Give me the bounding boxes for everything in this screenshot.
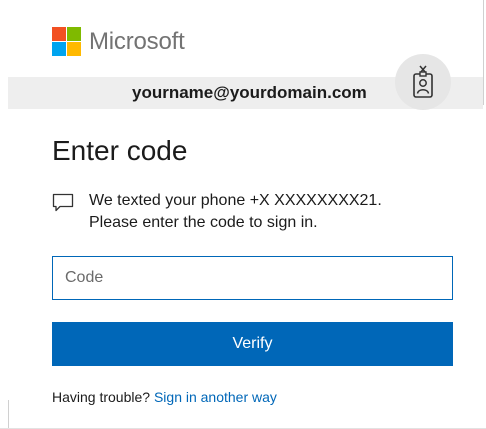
code-input[interactable] bbox=[52, 256, 453, 300]
sms-message-line-2: Please enter the code to sign in. bbox=[89, 214, 318, 231]
help-row: Having trouble? Sign in another way bbox=[52, 388, 277, 406]
brand-header: Microsoft bbox=[52, 27, 185, 56]
identity-email: yourname@yourdomain.com bbox=[132, 83, 367, 102]
window-edge-right bbox=[483, 0, 484, 105]
page-title: Enter code bbox=[52, 135, 188, 166]
help-prefix: Having trouble? bbox=[52, 389, 151, 405]
microsoft-logo-icon bbox=[52, 27, 81, 56]
identity-badge bbox=[395, 54, 451, 110]
speech-bubble-icon bbox=[52, 193, 74, 212]
verify-button[interactable]: Verify bbox=[52, 322, 453, 366]
sms-message-line-1: We texted your phone +X XXXXXXXX21. bbox=[89, 192, 382, 209]
id-badge-icon bbox=[413, 65, 433, 98]
sign-in-page: Microsoft yourname@yourdomain.com Enter … bbox=[0, 0, 486, 429]
brand-name: Microsoft bbox=[89, 28, 185, 55]
sign-in-another-way-link[interactable]: Sign in another way bbox=[154, 389, 277, 405]
sms-message-text: We texted your phone +X XXXXXXXX21. Plea… bbox=[89, 190, 469, 234]
window-edge-left bbox=[8, 400, 9, 429]
